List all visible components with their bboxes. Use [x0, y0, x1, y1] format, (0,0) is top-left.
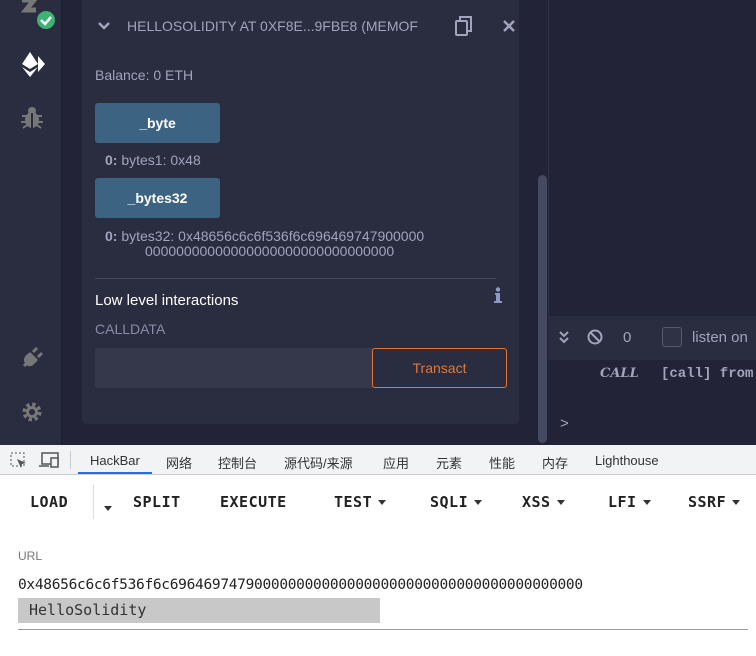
- lfi-label: LFI: [608, 493, 637, 511]
- chevron-down-icon[interactable]: [97, 18, 111, 36]
- device-toolbar-icon[interactable]: [39, 452, 61, 473]
- byte-button[interactable]: _byte: [95, 103, 220, 143]
- test-label: TEST: [334, 493, 373, 511]
- tab-application[interactable]: 应用: [383, 453, 409, 472]
- xss-button[interactable]: XSS: [522, 493, 565, 511]
- close-icon[interactable]: [503, 19, 515, 37]
- url-textarea[interactable]: 0x48656c6c6f536f6c6964697479000000000000…: [18, 574, 748, 630]
- result-index: 0:: [105, 152, 118, 168]
- scrollbar-thumb[interactable]: [538, 175, 547, 443]
- result-index: 0:: [105, 228, 118, 244]
- settings-icon[interactable]: [21, 401, 43, 428]
- xss-label: XSS: [522, 493, 551, 511]
- decoded-selection: HelloSolidity: [18, 598, 380, 623]
- load-dropdown[interactable]: [98, 500, 112, 518]
- active-tab-indicator: [78, 472, 152, 474]
- icon-sidebar: [0, 0, 62, 445]
- divider: [70, 451, 71, 469]
- lfi-button[interactable]: LFI: [608, 493, 651, 511]
- terminal-prompt[interactable]: >: [560, 415, 569, 432]
- listen-label: listen on: [692, 329, 748, 346]
- inspect-element-icon[interactable]: [10, 452, 28, 475]
- low-level-title: Low level interactions: [95, 292, 239, 309]
- editor-area: [548, 0, 756, 316]
- test-button[interactable]: TEST: [334, 493, 387, 511]
- contract-title: HELLOSOLIDITY AT 0XF8E...9FBE8 (MEMOF: [127, 18, 418, 34]
- bytes32-button[interactable]: _bytes32: [95, 178, 220, 218]
- log-text: [call] from: [661, 366, 754, 382]
- bytes32-result-cont: 00000000000000000000000000000000: [145, 243, 395, 259]
- caret-down-icon: [104, 506, 112, 512]
- caret-down-icon: [732, 500, 741, 505]
- terminal-area: 0 listen on CALL [call] from >: [548, 0, 756, 445]
- tab-hackbar[interactable]: HackBar: [90, 453, 140, 468]
- load-button[interactable]: LOAD: [30, 493, 68, 511]
- calldata-input[interactable]: [95, 348, 373, 388]
- url-label: URL: [18, 549, 43, 563]
- bytes32-result: bytes32: 0x48656c6c6f536f6c6964697479000…: [121, 228, 425, 244]
- copy-icon[interactable]: [454, 15, 474, 42]
- tab-sources[interactable]: 源代码/来源: [284, 453, 353, 472]
- clear-icon[interactable]: [587, 329, 603, 350]
- caret-down-icon: [556, 500, 565, 505]
- deploy-run-icon[interactable]: [18, 50, 46, 83]
- pending-count: 0: [623, 329, 632, 346]
- log-tag: CALL: [600, 366, 639, 381]
- tab-elements[interactable]: 元素: [436, 453, 462, 472]
- transact-button[interactable]: Transact: [372, 348, 507, 388]
- plugin-icon[interactable]: [20, 346, 44, 375]
- devtools-tabbar: HackBar 网络 控制台 源代码/来源 应用 元素 性能 内存 Lighth…: [0, 445, 756, 475]
- collapse-icon[interactable]: [558, 330, 570, 349]
- execute-button[interactable]: EXECUTE: [220, 493, 287, 511]
- terminal-toolbar: 0 listen on: [548, 316, 756, 360]
- divider: [93, 485, 94, 519]
- listen-checkbox[interactable]: [662, 327, 682, 347]
- tab-lighthouse[interactable]: Lighthouse: [595, 453, 659, 468]
- ssrf-button[interactable]: SSRF: [688, 493, 741, 511]
- divider: [95, 278, 496, 279]
- sqli-label: SQLI: [430, 493, 469, 511]
- sqli-button[interactable]: SQLI: [430, 493, 483, 511]
- tab-memory[interactable]: 内存: [542, 453, 568, 472]
- debugger-icon[interactable]: [20, 106, 44, 135]
- url-value: 0x48656c6c6f536f6c6964697479000000000000…: [18, 577, 583, 593]
- compiler-icon[interactable]: [20, 0, 60, 37]
- caret-down-icon: [378, 500, 387, 505]
- split-button[interactable]: SPLIT: [133, 493, 181, 511]
- calldata-label: CALLDATA: [95, 321, 166, 337]
- tab-performance[interactable]: 性能: [489, 453, 515, 472]
- balance-text: Balance: 0 ETH: [95, 67, 194, 83]
- info-icon[interactable]: [494, 287, 502, 308]
- contract-instance-card: HELLOSOLIDITY AT 0XF8E...9FBE8 (MEMOF Ba…: [82, 0, 519, 424]
- tab-console[interactable]: 控制台: [218, 453, 257, 472]
- ssrf-label: SSRF: [688, 493, 727, 511]
- byte-result: bytes1: 0x48: [121, 152, 201, 168]
- caret-down-icon: [474, 500, 483, 505]
- tab-network[interactable]: 网络: [166, 453, 192, 472]
- caret-down-icon: [642, 500, 651, 505]
